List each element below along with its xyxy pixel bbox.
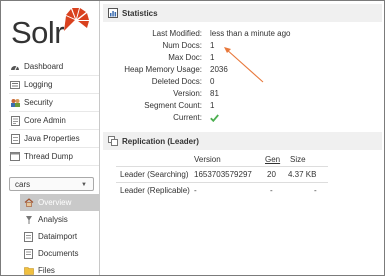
checkmark-icon: [208, 114, 219, 122]
core-admin-icon: [9, 115, 21, 126]
core-nav-item-dataimport[interactable]: Dataimport: [20, 228, 100, 245]
nav-item-dashboard[interactable]: Dashboard: [9, 58, 99, 76]
nav-item-label: Core Admin: [24, 116, 66, 125]
analysis-icon: [23, 215, 34, 225]
core-selector[interactable]: cars ▼: [9, 177, 94, 191]
replication-section: Replication (Leader) Version Gen Size Le…: [103, 132, 382, 195]
core-nav: Overview Analysis Dataimport Documents F…: [20, 194, 100, 276]
core-nav-item-label: Analysis: [38, 215, 68, 224]
stat-label: Heap Memory Usage:: [124, 64, 202, 74]
stat-value: 1: [210, 101, 215, 111]
stat-row-version: Version: 81: [103, 87, 382, 99]
core-nav-item-label: Documents: [38, 249, 79, 258]
statistics-title: Statistics: [122, 8, 158, 18]
security-icon: [9, 98, 21, 108]
row-gen: -: [270, 186, 273, 195]
row-size: -: [314, 186, 317, 195]
stat-label: Segment Count:: [144, 101, 202, 111]
core-nav-item-label: Overview: [38, 198, 72, 207]
dashboard-icon: [9, 62, 21, 72]
core-nav-item-overview[interactable]: Overview: [20, 194, 100, 211]
replication-title: Replication (Leader): [122, 136, 199, 146]
row-size: 4.37 KB: [288, 170, 317, 179]
dataimport-icon: [23, 231, 34, 242]
stat-label: Version:: [173, 89, 202, 99]
bar-chart-icon: [108, 8, 118, 18]
logging-icon: [9, 80, 21, 90]
nav-item-logging[interactable]: Logging: [9, 76, 99, 94]
stat-value: 0: [210, 76, 215, 86]
nav-item-label: Security: [24, 98, 53, 107]
solr-logo[interactable]: Solr: [11, 5, 91, 50]
main-content: Statistics Last Modified: less than a mi…: [103, 4, 382, 195]
thread-dump-icon: [9, 152, 21, 162]
folder-icon: [23, 266, 34, 276]
solr-sun-icon: [64, 8, 89, 31]
stat-value: less than a minute ago: [210, 28, 291, 38]
nav-item-core-admin[interactable]: Core Admin: [9, 112, 99, 130]
home-icon: [23, 198, 34, 208]
core-nav-item-files[interactable]: Files: [20, 262, 100, 276]
nav-item-label: Thread Dump: [24, 152, 73, 161]
stat-row-current: Current:: [103, 112, 382, 124]
nav-item-security[interactable]: Security: [9, 94, 99, 112]
stat-value: 1: [210, 40, 215, 50]
java-properties-icon: [9, 133, 21, 144]
nav-item-java-properties[interactable]: Java Properties: [9, 130, 99, 148]
statistics-header: Statistics: [103, 4, 382, 22]
stat-row-segment-count: Segment Count: 1: [103, 100, 382, 112]
sidebar: Solr Dashboard Logging Security Core Adm…: [1, 1, 100, 275]
nav-item-label: Logging: [24, 80, 53, 89]
nav-item-label: Java Properties: [24, 134, 80, 143]
logo-text: Solr: [11, 15, 65, 50]
row-label: Leader (Searching): [120, 170, 189, 179]
replication-header: Replication (Leader): [103, 132, 382, 150]
core-nav-item-documents[interactable]: Documents: [20, 245, 100, 262]
row-version: -: [194, 186, 197, 195]
core-nav-item-label: Files: [38, 266, 55, 275]
chevron-down-icon: ▼: [81, 182, 87, 188]
row-version: 1653703579297: [194, 170, 252, 179]
nav-item-thread-dump[interactable]: Thread Dump: [9, 148, 99, 166]
table-divider: [116, 166, 328, 167]
core-selector-value: cars: [15, 179, 31, 189]
stat-label: Num Docs:: [162, 40, 202, 50]
row-gen: 20: [267, 170, 276, 179]
documents-icon: [23, 248, 34, 259]
stat-label: Deleted Docs:: [151, 76, 202, 86]
core-nav-item-label: Dataimport: [38, 232, 78, 241]
stat-label: Current:: [173, 113, 202, 123]
nav-item-label: Dashboard: [24, 62, 64, 71]
stat-value: 81: [210, 89, 219, 99]
main-nav: Dashboard Logging Security Core Admin Ja…: [9, 58, 99, 166]
annotation-arrow: [224, 47, 264, 83]
replication-icon: [108, 136, 118, 146]
stat-label: Max Doc:: [168, 52, 202, 62]
stat-row-last-modified: Last Modified: less than a minute ago: [103, 27, 382, 39]
stat-label: Last Modified:: [152, 28, 202, 38]
row-label: Leader (Replicable): [120, 186, 190, 195]
core-nav-item-analysis[interactable]: Analysis: [20, 211, 100, 228]
table-divider: [116, 182, 328, 183]
stat-value: 1: [210, 52, 215, 62]
